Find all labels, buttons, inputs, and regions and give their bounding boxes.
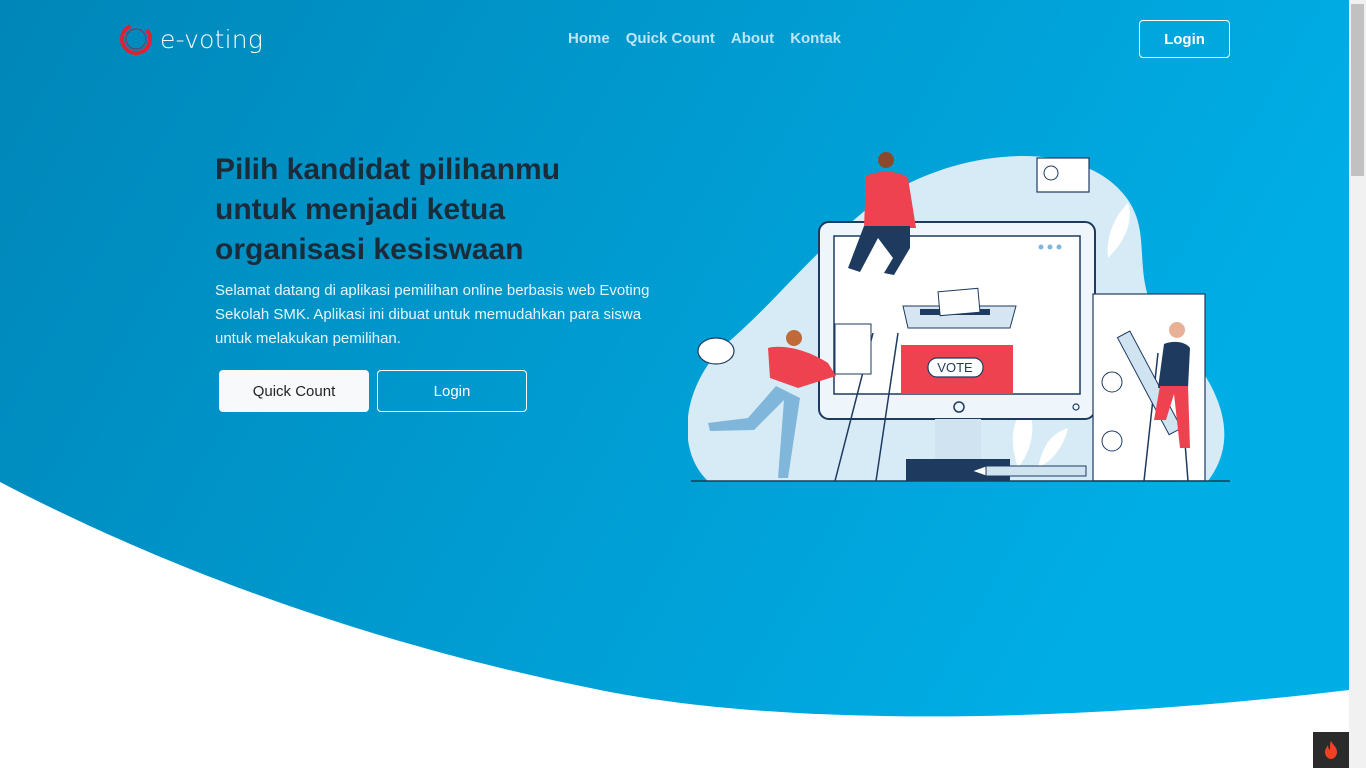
nav-home[interactable]: Home (568, 30, 610, 47)
hero-title: Pilih kandidat pilihanmu untuk menjadi k… (215, 153, 561, 266)
nav-kontak[interactable]: Kontak (790, 30, 841, 47)
ballot-vote-label: VOTE (937, 360, 973, 375)
hero-login-button[interactable]: Login (377, 370, 527, 412)
nav-quick-count[interactable]: Quick Count (626, 30, 715, 47)
quick-count-button[interactable]: Quick Count (219, 370, 369, 412)
brand-name: e-voting (160, 24, 264, 54)
brand-logo[interactable]: e-voting (118, 20, 263, 58)
hero-subtitle: Selamat datang di aplikasi pemilihan onl… (215, 282, 650, 347)
navbar: e-voting Home Quick Count About Kontak L… (0, 0, 1349, 78)
voting-illustration: VOTE (688, 152, 1230, 482)
ring-logo-icon (120, 23, 152, 55)
flame-icon (1325, 741, 1337, 759)
scrollbar-thumb[interactable] (1351, 4, 1364, 176)
page-scrollbar[interactable] (1349, 0, 1366, 768)
nav-about[interactable]: About (731, 30, 774, 47)
debug-toolbar-button[interactable] (1313, 732, 1349, 768)
nav-links: Home Quick Count About Kontak (568, 30, 841, 47)
nav-login-button[interactable]: Login (1139, 20, 1230, 58)
